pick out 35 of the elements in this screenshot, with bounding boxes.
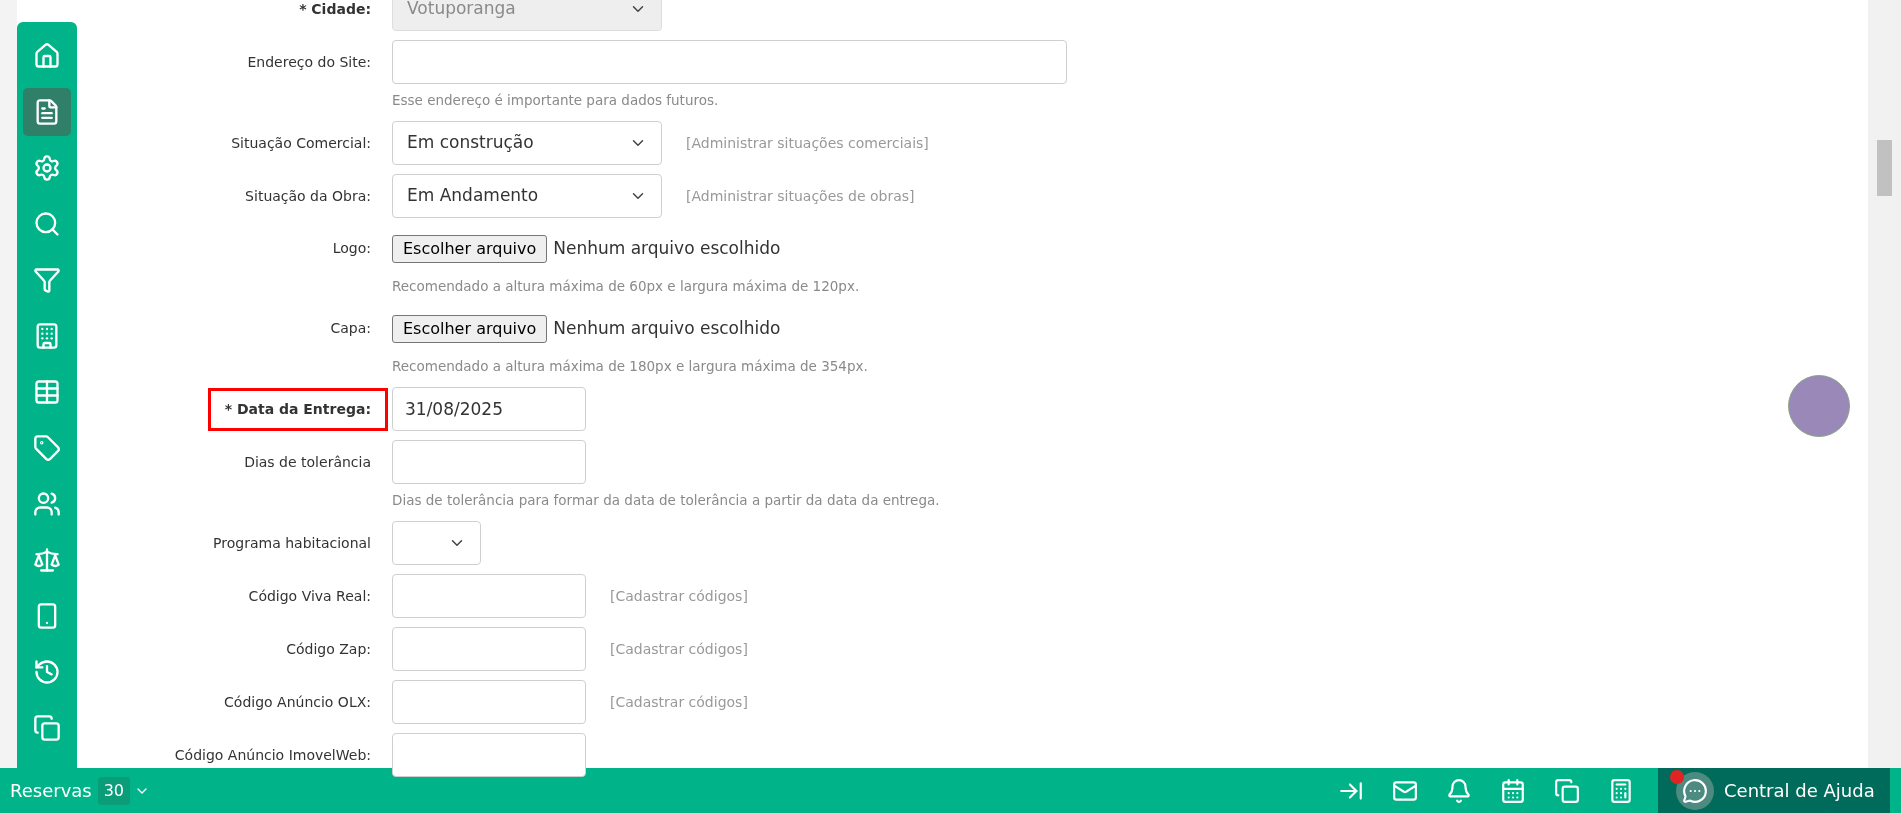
help-center-button[interactable]: Central de Ajuda [1658, 768, 1890, 813]
field-hint: Dias de tolerância para formar da data de tolerância a partir da data da entrega. [392, 492, 940, 508]
reservations-label[interactable]: Reservas [10, 777, 92, 804]
reservations-count: 30 [97, 776, 131, 805]
field-hint: Esse endereço é importante para dados futuros. [392, 92, 719, 108]
field-label: Código Anúncio OLX: [223, 692, 372, 712]
select-field[interactable]: Em Andamento [392, 174, 662, 218]
choose-file-button[interactable]: Escolher arquivo [392, 314, 548, 343]
admin-link[interactable]: [Cadastrar códigos] [610, 638, 748, 660]
field-label: * Data da Entrega: [207, 387, 388, 431]
choose-file-button[interactable]: Escolher arquivo [392, 234, 548, 263]
field-label: Dias de tolerância [243, 452, 372, 472]
file-status: Nenhum arquivo escolhido [553, 316, 781, 340]
field-label: Programa habitacional [212, 533, 372, 553]
field-hint: Recomendado a altura máxima de 60px e largura máxima de 120px. [392, 278, 860, 294]
field-label: Logo: [331, 239, 372, 258]
file-status: Nenhum arquivo escolhido [553, 236, 781, 260]
select-value: Em construção [407, 131, 534, 155]
admin-link[interactable]: [Administrar situações de obras] [686, 185, 915, 207]
field-label: Código Viva Real: [247, 586, 372, 606]
admin-link[interactable]: [Cadastrar códigos] [610, 585, 748, 607]
admin-link[interactable]: [Administrar situações comerciais] [686, 132, 929, 154]
select-value: Em Andamento [407, 184, 539, 208]
field-hint: Recomendado a altura máxima de 180px e largura máxima de 354px. [392, 358, 868, 374]
field-label: Código Anúncio ImovelWeb: [173, 745, 372, 765]
field-label: Endereço do Site: [246, 52, 372, 72]
field-label: Situação Comercial: [230, 133, 372, 153]
input-field[interactable]: 31/08/2025 [392, 387, 586, 431]
field-label: Situação da Obra: [244, 186, 372, 206]
field-label: Capa: [329, 319, 372, 338]
field-label: Código Zap: [285, 639, 372, 659]
field-label: * Cidade: [298, 0, 372, 19]
select-value: Votuporanga [407, 0, 516, 21]
admin-link[interactable]: [Cadastrar códigos] [610, 691, 748, 713]
select-field[interactable]: Em construção [392, 121, 662, 165]
